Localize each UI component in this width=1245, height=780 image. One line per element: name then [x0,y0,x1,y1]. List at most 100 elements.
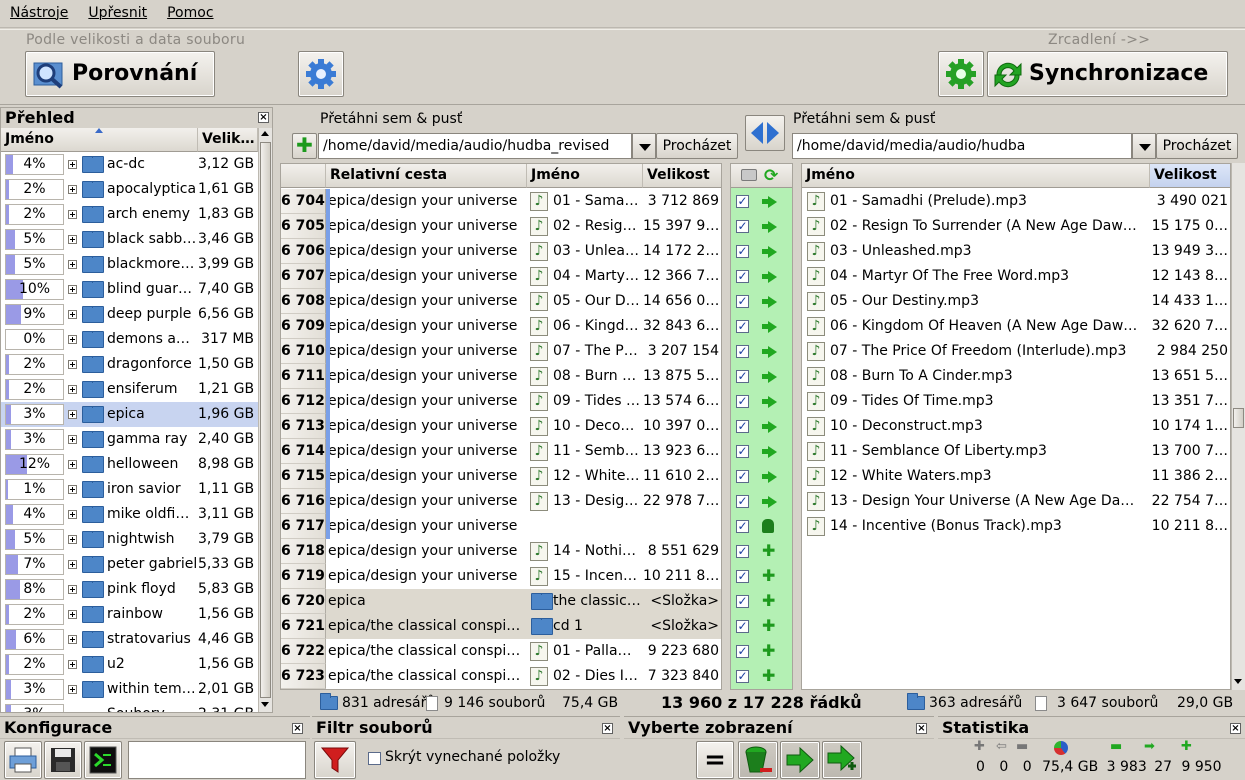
create-right-icon[interactable]: ✚ [762,619,775,639]
overview-row[interactable]: 2% rainbow 1,56 GB [1,602,258,627]
include-checkbox[interactable]: ✓ [736,495,749,508]
include-checkbox[interactable]: ✓ [736,420,749,433]
table-row[interactable]: 6 723 epica/the classical conspi… ♪ 02 - Di… [281,664,721,689]
update-arrow-icon[interactable] [768,471,777,483]
overview-row[interactable]: 5% black sabb… 3,46 GB [1,227,258,252]
table-row[interactable]: 6 707 epica/design your universe ♪ 04 - Mar… [281,264,721,289]
table-row[interactable]: ♪ 06 - Kingdom Of Heaven (A New Age Daw… 3… [802,314,1230,339]
swap-sides-button[interactable] [745,115,785,151]
overview-row[interactable]: 8% pink floyd 5,83 GB [1,577,258,602]
expand-icon[interactable] [68,310,77,319]
include-checkbox[interactable]: ✓ [736,570,749,583]
view-delete-button[interactable] [738,741,778,779]
expand-icon[interactable] [68,685,77,694]
update-arrow-icon[interactable] [768,246,777,258]
scroll-up-icon[interactable] [261,131,269,136]
table-row[interactable]: 6 708 epica/design your universe ♪ 05 - Our… [281,289,721,314]
include-checkbox[interactable]: ✓ [736,445,749,458]
update-arrow-icon[interactable] [768,346,777,358]
filter-button[interactable] [314,741,356,779]
close-icon[interactable]: × [602,723,613,734]
overview-row[interactable]: 2% dragonforce 1,50 GB [1,352,258,377]
main-scroll-thumb[interactable] [1233,408,1244,428]
table-row[interactable]: 6 705 epica/design your universe ♪ 02 - Res… [281,214,721,239]
table-row[interactable]: 6 704 epica/design your universe ♪ 01 - Sam… [281,189,721,214]
left-col-size[interactable]: Velikost [643,164,721,188]
update-arrow-icon[interactable] [768,496,777,508]
overview-row[interactable]: 9% deep purple 6,56 GB [1,302,258,327]
include-checkbox[interactable]: ✓ [736,670,749,683]
left-path-dropdown[interactable] [632,133,656,159]
overview-row[interactable]: 4% mike oldfi… 3,11 GB [1,502,258,527]
menu-tools[interactable]: Nástroje [0,0,78,21]
close-icon[interactable]: × [258,112,269,123]
expand-icon[interactable] [68,460,77,469]
right-path-dropdown[interactable] [1132,133,1156,159]
create-right-icon[interactable]: ✚ [762,644,775,664]
expand-icon[interactable] [68,660,77,669]
create-right-icon[interactable]: ✚ [762,594,775,614]
table-row[interactable]: 6 715 epica/design your universe ♪ 12 - Whi… [281,464,721,489]
add-folder-pair-button[interactable]: ✚ [292,133,317,159]
table-row[interactable]: 6 719 epica/design your universe ♪ 15 - Inc… [281,564,721,589]
overview-row[interactable]: 3% Soubory2,31 GB [1,702,258,712]
view-update-button[interactable] [780,741,820,779]
overview-scroll-thumb[interactable] [260,142,271,698]
table-row[interactable]: ♪ 02 - Resign To Surrender (A New Age Daw… [802,214,1230,239]
overview-row[interactable]: 2% arch enemy 1,83 GB [1,202,258,227]
sync-button[interactable]: Synchronizace [987,51,1228,97]
menu-help[interactable]: Pomoc [157,0,223,21]
include-checkbox[interactable]: ✓ [736,370,749,383]
table-row[interactable]: 6 721 epica/the classical conspi… cd 1 <Slo… [281,614,721,639]
update-arrow-icon[interactable] [768,271,777,283]
overview-row[interactable]: 2% u2 1,56 GB [1,652,258,677]
expand-icon[interactable] [68,185,77,194]
table-row[interactable]: ♪ 07 - The Price Of Freedom (Interlude).m… [802,339,1230,364]
overview-row[interactable]: 3% within tem… 2,01 GB [1,677,258,702]
update-arrow-icon[interactable] [768,371,777,383]
table-row[interactable]: ♪ 11 - Semblance Of Liberty.mp3 13 700 7… [802,439,1230,464]
include-checkbox[interactable]: ✓ [736,320,749,333]
overview-row[interactable]: 7% peter gabriel 5,33 GB [1,552,258,577]
expand-icon[interactable] [68,335,77,344]
batch-job-button[interactable] [84,741,122,779]
compare-button[interactable]: Porovnání [25,51,215,97]
update-arrow-icon[interactable] [768,396,777,408]
view-create-button[interactable] [822,741,862,779]
overview-row[interactable]: 3% gamma ray 2,40 GB [1,427,258,452]
expand-icon[interactable] [68,210,77,219]
expand-icon[interactable] [68,385,77,394]
table-row[interactable]: 6 706 epica/design your universe ♪ 03 - Unl… [281,239,721,264]
include-checkbox[interactable]: ✓ [736,195,749,208]
include-checkbox[interactable]: ✓ [736,645,749,658]
include-checkbox[interactable]: ✓ [736,245,749,258]
create-right-icon[interactable]: ✚ [762,669,775,689]
expand-icon[interactable] [68,635,77,644]
view-equal-button[interactable]: = [696,741,734,779]
delete-right-icon[interactable] [762,519,774,533]
expand-icon[interactable] [68,560,77,569]
overview-row[interactable]: 0% demons a… 317 MB [1,327,258,352]
include-checkbox[interactable]: ✓ [736,220,749,233]
overview-row[interactable]: 12% helloween 8,98 GB [1,452,258,477]
expand-icon[interactable] [68,485,77,494]
expand-icon[interactable] [68,535,77,544]
expand-icon[interactable] [68,285,77,294]
table-row[interactable]: ♪ 04 - Martyr Of The Free Word.mp3 12 143 … [802,264,1230,289]
main-scrollbar[interactable] [1231,163,1245,690]
sync-settings-button[interactable] [938,51,984,97]
overview-row[interactable]: 2% ensiferum 1,21 GB [1,377,258,402]
table-row[interactable]: 6 710 epica/design your universe ♪ 07 - The… [281,339,721,364]
table-row[interactable]: ♪ 05 - Our Destiny.mp3 14 433 1… [802,289,1230,314]
create-right-icon[interactable]: ✚ [762,569,775,589]
expand-icon[interactable] [68,585,77,594]
table-row[interactable]: 6 717 epica/design your universe [281,514,721,539]
scroll-down-icon[interactable] [1234,679,1242,684]
table-row[interactable]: 6 713 epica/design your universe ♪ 10 - Dec… [281,414,721,439]
include-checkbox[interactable]: ✓ [736,620,749,633]
menu-advanced[interactable]: Upřesnit [78,0,157,21]
overview-col-size[interactable]: Velik… [198,128,258,152]
create-right-icon[interactable]: ✚ [762,544,775,564]
overview-row[interactable]: 6% stratovarius 4,46 GB [1,627,258,652]
table-row[interactable]: ♪ 13 - Design Your Universe (A New Age Da… [802,489,1230,514]
